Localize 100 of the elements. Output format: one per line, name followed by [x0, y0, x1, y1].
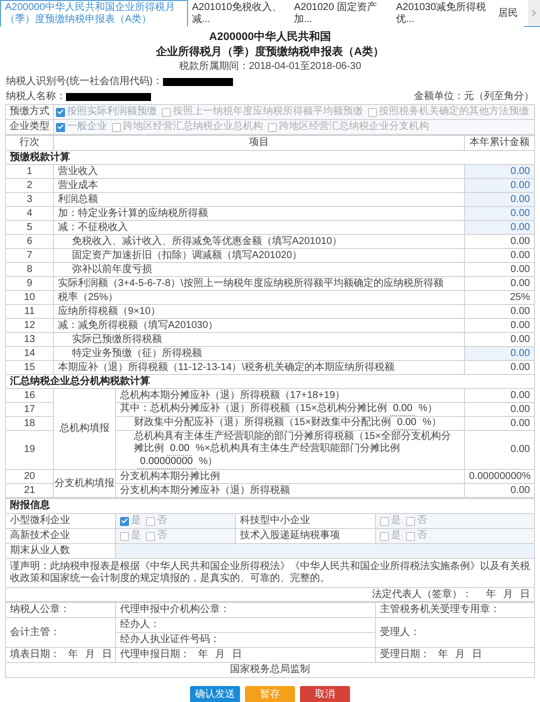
date-unit: 年: [486, 588, 496, 600]
date-unit: 月: [503, 588, 513, 600]
action-button[interactable]: 确认发送: [190, 686, 240, 702]
amount-value[interactable]: 0.00: [464, 192, 534, 206]
date-unit: 年: [438, 649, 448, 661]
row-number: 19: [6, 430, 54, 470]
row-number: 8: [6, 262, 54, 276]
checkbox[interactable]: [380, 532, 389, 540]
attachment-label: 科技型中小企业: [236, 514, 376, 528]
date-unit: 年: [68, 649, 78, 661]
attachment-label: 期末从业人数: [6, 544, 116, 558]
ratio-field[interactable]: 0.00: [394, 417, 420, 430]
row-number: 15: [6, 360, 54, 374]
option-label: 是: [131, 530, 141, 542]
option-label: 按照实际利润额预缴: [67, 106, 157, 118]
date-label: 代理申报日期：: [120, 649, 190, 660]
date-label: 填表日期：: [10, 649, 60, 660]
checkbox[interactable]: [368, 108, 377, 116]
checkbox[interactable]: [146, 532, 155, 540]
amount-value: 0.00: [464, 248, 534, 262]
tab[interactable]: A201010免税收入、减...: [188, 0, 290, 27]
signature-label: 主管税务机关受理专用章：: [376, 602, 534, 618]
row-number: 13: [6, 332, 54, 346]
amount-value: 0.00: [464, 388, 534, 402]
tab[interactable]: A201020 固定资产加...: [290, 0, 392, 27]
option-label: 否: [157, 515, 167, 527]
headcount-field[interactable]: [116, 544, 534, 558]
signature-label: 经办人：: [116, 618, 376, 632]
checkbox[interactable]: [56, 108, 65, 116]
checkbox[interactable]: [380, 516, 389, 526]
option-label: 否: [417, 530, 427, 542]
option-group-label: 预缴方式: [6, 104, 54, 120]
item-label: 营业成本: [54, 178, 464, 192]
amount-value: 0.00: [464, 304, 534, 318]
group-label: 分支机构填报: [54, 470, 116, 498]
item-label: 实际利润额（3+4-5-6-7-8）\按照上一纳税年度应纳税所得额平均额确定的应纳税所得额: [54, 276, 464, 290]
checkbox[interactable]: [268, 122, 277, 132]
checkbox[interactable]: [146, 516, 155, 526]
row-number: 18: [6, 416, 54, 430]
legal-rep-label: 法定代表人（签章）：: [372, 588, 472, 600]
row-number: 20: [6, 470, 54, 484]
date-unit: 月: [85, 649, 95, 661]
ratio-field[interactable]: 0.00000000: [137, 456, 196, 469]
item-label: 分支机构本期分摊比例: [116, 470, 464, 484]
column-header: 本年累计金额: [464, 136, 534, 150]
date-unit: 日: [232, 649, 242, 661]
date-unit: 年: [198, 649, 208, 661]
item-label: 总机构本期分摊应补（退）所得税额（17+18+19）: [116, 388, 464, 402]
ratio-field[interactable]: 0.00: [167, 443, 192, 456]
checkmark-icon: [121, 517, 128, 525]
date-label: 受理日期：: [380, 649, 430, 660]
amount-value: 0.00: [464, 276, 534, 290]
amount-unit: 金额单位：元（列至角分）: [414, 90, 534, 104]
amount-value[interactable]: 0.00: [464, 220, 534, 234]
checkbox[interactable]: [112, 122, 121, 132]
date-unit: 日: [472, 649, 482, 661]
amount-value: 0.00: [464, 416, 534, 430]
checkbox[interactable]: [120, 516, 129, 526]
taxpayer-name-label: 纳税人名称：: [6, 90, 66, 104]
checkbox[interactable]: [406, 516, 415, 526]
tab[interactable]: A200000中华人民共和国企业所得税月（季）度预缴纳税申报表（A类）: [0, 0, 188, 27]
option-label: 是: [391, 515, 401, 527]
section-title: 附报信息: [6, 498, 534, 514]
amount-value: 0.00000000%: [464, 470, 534, 484]
attachment-label: 高新技术企业: [6, 528, 116, 544]
amount-value[interactable]: 0.00: [464, 164, 534, 178]
checkbox[interactable]: [406, 532, 415, 540]
row-number: 12: [6, 318, 54, 332]
ratio-field[interactable]: 0.00: [390, 403, 416, 416]
option-group-label: 企业类型: [6, 120, 54, 134]
amount-value: 0.00: [464, 402, 534, 416]
action-button[interactable]: 取消: [300, 686, 350, 702]
tab-scroll-button[interactable]: [528, 0, 540, 26]
attachment-label: 小型微利企业: [6, 514, 116, 528]
row-number: 1: [6, 164, 54, 178]
item-label: 特定业务预缴（征）所得税额: [54, 346, 464, 360]
date-unit: 日: [520, 588, 530, 600]
row-number: 5: [6, 220, 54, 234]
item-label: 分支机构本期分摊应补（退）所得税额: [116, 484, 464, 498]
group-label: 总机构填报: [54, 388, 116, 470]
item-label: 其中：总机构分摊应补（退）所得税额（15×总机构分摊比例 0.00 %）: [116, 402, 464, 416]
checkbox[interactable]: [120, 532, 129, 540]
redacted-bar: [162, 78, 233, 86]
amount-value[interactable]: 0.00: [464, 178, 534, 192]
row-number: 3: [6, 192, 54, 206]
date-unit: 月: [215, 649, 225, 661]
amount-value[interactable]: 0.00: [464, 346, 534, 360]
option-label: 一般企业: [67, 121, 107, 133]
amount-value: 0.00: [464, 234, 534, 248]
amount-value: 0.00: [464, 484, 534, 498]
section-title: 汇总纳税企业总分机构税款计算: [6, 374, 534, 388]
checkbox[interactable]: [162, 108, 171, 116]
row-number: 2: [6, 178, 54, 192]
amount-value[interactable]: 0.00: [464, 206, 534, 220]
item-label: 税率（25%）: [54, 290, 464, 304]
tab[interactable]: A201030减免所得税优...: [392, 0, 494, 27]
amount-value: 0.00: [464, 262, 534, 276]
checkbox[interactable]: [56, 122, 65, 132]
column-header: 项目: [54, 136, 464, 150]
item-label: 减：不征税收入: [54, 220, 464, 234]
